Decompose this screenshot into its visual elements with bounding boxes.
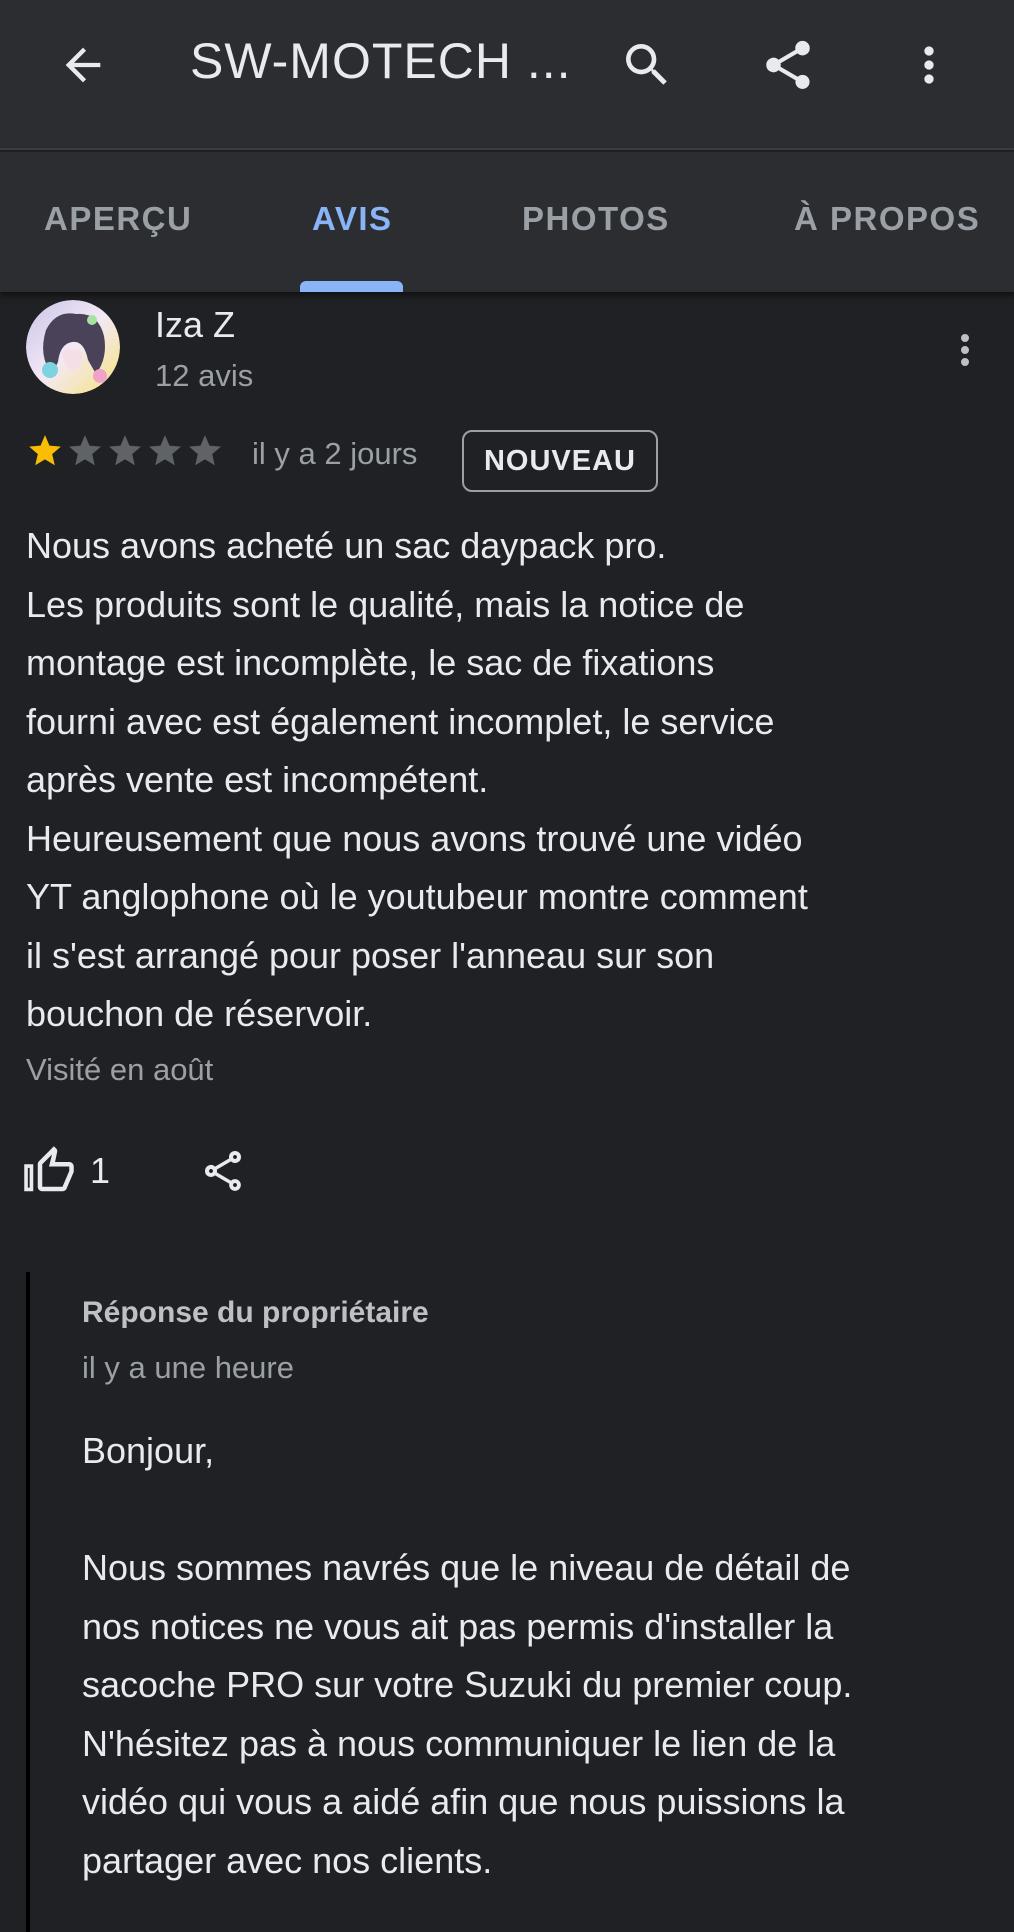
thumb-up-icon <box>24 1146 74 1192</box>
share-button[interactable] <box>753 30 823 100</box>
review-text: Nous avons acheté un sac daypack pro. Le… <box>26 525 808 1034</box>
tab-about[interactable]: À PROPOS <box>794 200 980 238</box>
back-button[interactable] <box>48 30 118 100</box>
app-bar: SW-MOTECH ... <box>0 0 1014 150</box>
star-empty-icon <box>109 435 141 466</box>
star-empty-icon <box>69 435 101 466</box>
new-badge: NOUVEAU <box>462 430 658 492</box>
owner-reply: Réponse du propriétaire il y a une heure… <box>26 1272 1014 1932</box>
star-empty-icon <box>149 435 181 466</box>
share-review-button[interactable] <box>196 1144 250 1198</box>
owner-reply-text: Bonjour, Nous sommes navrés que le nivea… <box>82 1430 853 1881</box>
star-filled-icon <box>29 435 61 466</box>
avatar[interactable] <box>26 300 120 394</box>
like-count: 1 <box>90 1150 111 1191</box>
share-icon <box>204 1151 242 1191</box>
back-arrow-icon <box>65 47 101 83</box>
tab-bar: APERÇU AVIS PHOTOS À PROPOS <box>0 152 1014 292</box>
star-empty-icon <box>189 435 221 466</box>
search-icon <box>626 44 667 85</box>
tab-reviews[interactable]: AVIS <box>312 200 393 238</box>
review-date: il y a 2 jours <box>252 436 418 471</box>
tab-overview[interactable]: APERÇU <box>44 200 192 238</box>
more-vert-icon <box>961 334 969 366</box>
share-icon <box>766 40 810 89</box>
more-vert-icon <box>924 46 934 84</box>
active-tab-indicator <box>300 281 403 292</box>
review-more-options-button[interactable] <box>940 320 990 380</box>
visited-date: Visité en août <box>26 1052 214 1087</box>
tab-photos[interactable]: PHOTOS <box>522 200 670 238</box>
search-button[interactable] <box>612 30 682 100</box>
owner-reply-date: il y a une heure <box>82 1350 294 1385</box>
more-options-button[interactable] <box>894 30 964 100</box>
reviewer-name[interactable]: Iza Z <box>155 304 235 346</box>
page-title: SW-MOTECH ... <box>190 33 572 89</box>
owner-reply-label: Réponse du propriétaire <box>82 1296 429 1329</box>
star-rating <box>26 432 224 470</box>
like-button[interactable]: 1 <box>22 1144 110 1198</box>
reviewer-review-count: 12 avis <box>155 358 254 393</box>
